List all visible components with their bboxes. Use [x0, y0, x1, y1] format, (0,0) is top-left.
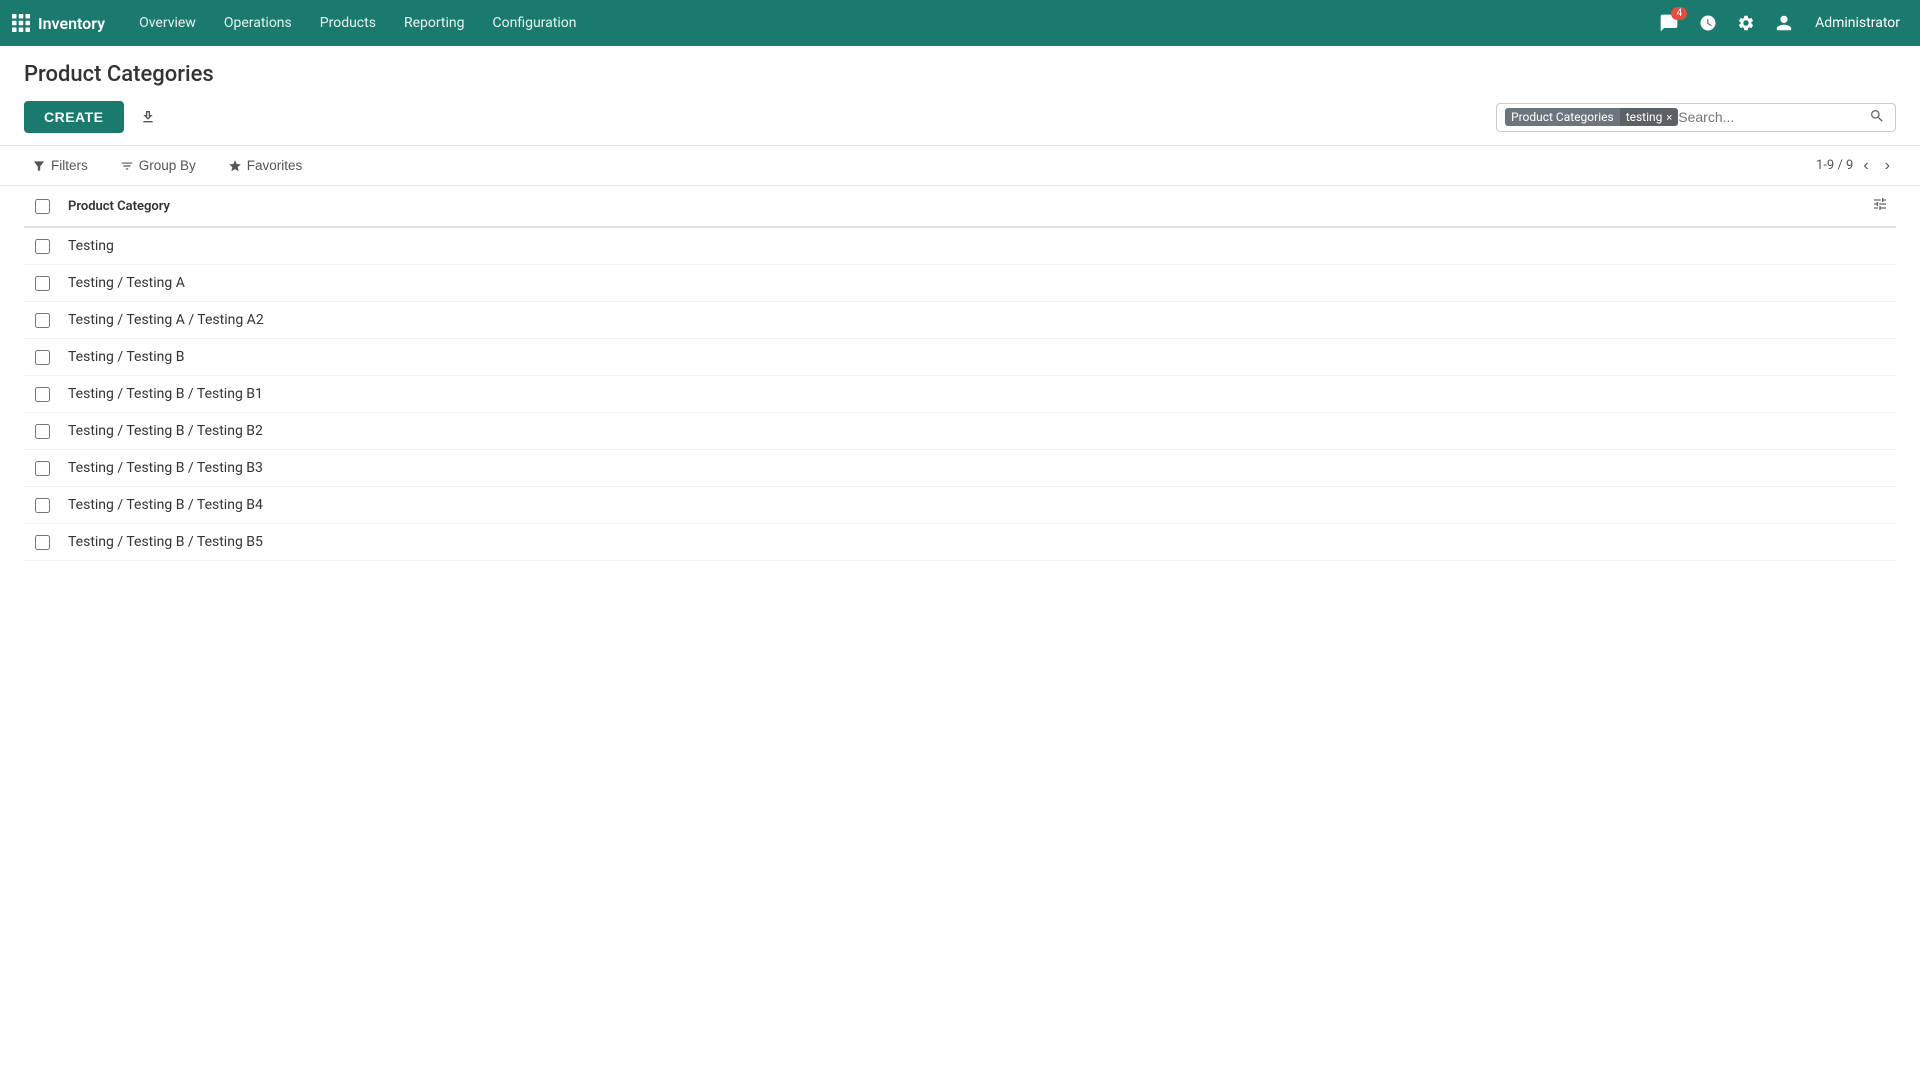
nav-products[interactable]: Products	[306, 0, 390, 46]
row-checkbox-cell	[24, 302, 60, 339]
row-checkbox-cell	[24, 413, 60, 450]
select-all-header	[24, 186, 60, 227]
pagination-prev[interactable]: ‹	[1857, 155, 1874, 177]
filters-label: Filters	[51, 158, 88, 173]
row-checkbox-cell	[24, 265, 60, 302]
product-categories-table: Product Category TestingTesting / Testin…	[24, 186, 1896, 561]
user-icon-button[interactable]	[1769, 10, 1799, 36]
row-checkbox[interactable]	[35, 424, 50, 439]
select-all-checkbox[interactable]	[35, 199, 50, 214]
content-area: Product Categories CREATE Product Catego…	[0, 46, 1920, 1080]
row-checkbox-cell	[24, 376, 60, 413]
row-checkbox[interactable]	[35, 387, 50, 402]
groupby-button[interactable]: Group By	[112, 154, 204, 177]
favorites-label: Favorites	[247, 158, 303, 173]
page-header: Product Categories	[0, 46, 1920, 87]
row-checkbox[interactable]	[35, 535, 50, 550]
filter-bar: Filters Group By Favorites 1-9 / 9 ‹ ›	[0, 146, 1920, 186]
row-checkbox[interactable]	[35, 276, 50, 291]
row-checkbox-cell	[24, 524, 60, 561]
table-row: Testing / Testing B / Testing B1	[24, 376, 1896, 413]
search-tag-value: testing ×	[1620, 108, 1679, 126]
table-header-row: Product Category	[24, 186, 1896, 227]
row-checkbox[interactable]	[35, 313, 50, 328]
table-row: Testing / Testing B / Testing B5	[24, 524, 1896, 561]
nav-operations[interactable]: Operations	[210, 0, 306, 46]
row-checkbox-cell	[24, 450, 60, 487]
row-product-category[interactable]: Testing / Testing B	[60, 339, 1896, 376]
nav-configuration[interactable]: Configuration	[479, 0, 591, 46]
table-row: Testing / Testing B	[24, 339, 1896, 376]
row-product-category[interactable]: Testing / Testing A / Testing A2	[60, 302, 1896, 339]
row-product-category[interactable]: Testing	[60, 227, 1896, 265]
chat-badge: 4	[1671, 7, 1687, 20]
row-product-category[interactable]: Testing / Testing B / Testing B2	[60, 413, 1896, 450]
app-grid-button[interactable]	[12, 14, 30, 32]
user-label[interactable]: Administrator	[1807, 15, 1908, 31]
search-bar: Product Categories testing ×	[1496, 103, 1896, 132]
toolbar: CREATE Product Categories testing ×	[0, 101, 1920, 146]
favorites-button[interactable]: Favorites	[220, 154, 311, 177]
chat-button[interactable]: 4	[1653, 9, 1685, 37]
row-checkbox-cell	[24, 227, 60, 265]
table-row: Testing	[24, 227, 1896, 265]
row-product-category[interactable]: Testing / Testing B / Testing B5	[60, 524, 1896, 561]
row-checkbox[interactable]	[35, 461, 50, 476]
table-row: Testing / Testing B / Testing B3	[24, 450, 1896, 487]
filters-button[interactable]: Filters	[24, 154, 96, 177]
row-checkbox[interactable]	[35, 350, 50, 365]
row-checkbox-cell	[24, 487, 60, 524]
search-tag-category: Product Categories	[1505, 108, 1620, 126]
list-settings-icon[interactable]	[1872, 196, 1888, 216]
clock-button[interactable]	[1693, 10, 1723, 36]
table-body: TestingTesting / Testing ATesting / Test…	[24, 227, 1896, 561]
table-row: Testing / Testing A	[24, 265, 1896, 302]
create-button[interactable]: CREATE	[24, 101, 124, 133]
brand-label[interactable]: Inventory	[38, 14, 105, 33]
table-row: Testing / Testing B / Testing B4	[24, 487, 1896, 524]
groupby-label: Group By	[139, 158, 196, 173]
table-row: Testing / Testing B / Testing B2	[24, 413, 1896, 450]
pagination: 1-9 / 9 ‹ ›	[1816, 155, 1896, 177]
nav-reporting[interactable]: Reporting	[390, 0, 479, 46]
row-product-category[interactable]: Testing / Testing A	[60, 265, 1896, 302]
pagination-text: 1-9 / 9	[1816, 158, 1853, 173]
search-input[interactable]	[1678, 109, 1867, 125]
nav-overview[interactable]: Overview	[125, 0, 210, 46]
row-product-category[interactable]: Testing / Testing B / Testing B1	[60, 376, 1896, 413]
row-product-category[interactable]: Testing / Testing B / Testing B3	[60, 450, 1896, 487]
row-checkbox[interactable]	[35, 239, 50, 254]
top-navigation: Inventory Overview Operations Products R…	[0, 0, 1920, 46]
search-tag-close[interactable]: ×	[1666, 111, 1672, 124]
table-container: Product Category TestingTesting / Testin…	[0, 186, 1920, 561]
search-area: Product Categories testing ×	[1496, 103, 1896, 132]
table-row: Testing / Testing A / Testing A2	[24, 302, 1896, 339]
row-checkbox-cell	[24, 339, 60, 376]
row-checkbox[interactable]	[35, 498, 50, 513]
row-product-category[interactable]: Testing / Testing B / Testing B4	[60, 487, 1896, 524]
search-submit-button[interactable]	[1867, 108, 1887, 127]
download-button[interactable]	[132, 103, 164, 131]
product-category-header: Product Category	[60, 186, 1896, 227]
topnav-right-area: 4 Administrator	[1653, 9, 1908, 37]
page-title: Product Categories	[24, 62, 1896, 87]
pagination-next[interactable]: ›	[1879, 155, 1896, 177]
settings-button[interactable]	[1731, 10, 1761, 36]
nav-menu: Overview Operations Products Reporting C…	[125, 0, 590, 46]
